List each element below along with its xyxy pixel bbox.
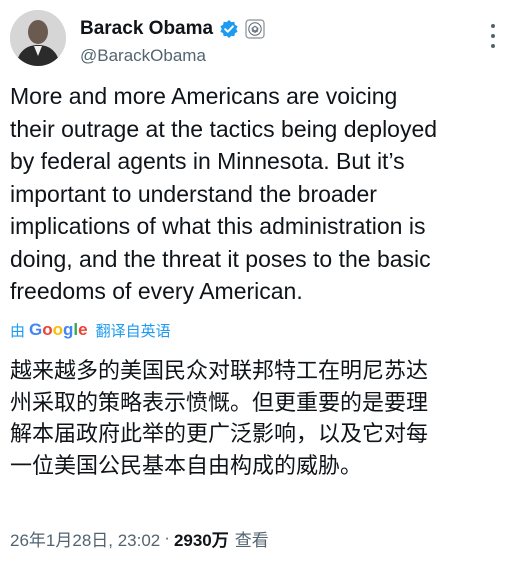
tweet-timestamp[interactable]: 26年1月28日, 23:02 [10, 526, 160, 551]
views-label[interactable]: 查看 [235, 526, 269, 551]
translation-attribution: 由 Google 翻译自英语 [10, 318, 171, 342]
translated-from-english-link[interactable]: 翻译自英语 [96, 320, 171, 341]
author-display-name[interactable]: Barack Obama [80, 17, 213, 41]
more-options-icon[interactable] [487, 24, 499, 48]
verified-badge-icon[interactable] [219, 19, 239, 39]
tweet-metadata: 26年1月28日, 23:02 · 2930万 查看 [10, 526, 269, 550]
author-handle[interactable]: @BarackObama [80, 45, 206, 67]
tweet-text: More and more Americans are voicing thei… [10, 83, 438, 304]
meta-separator: · [164, 528, 170, 547]
tweet-card: Barack Obama @BarackObama More and more … [0, 0, 513, 563]
author-name-row: Barack Obama [80, 16, 265, 42]
translated-tweet-text: 越来越多的美国民众对联邦特工在明尼苏达 州采取的策略表示愤慨。但更重要的是要理 … [10, 358, 429, 478]
author-avatar[interactable] [10, 10, 66, 66]
translation-by-label: 由 [10, 322, 26, 340]
tweet-header: Barack Obama @BarackObama [10, 10, 503, 70]
google-logo: Google [29, 320, 88, 339]
views-count[interactable]: 2930万 [174, 526, 229, 551]
government-seal-icon[interactable] [245, 19, 265, 39]
